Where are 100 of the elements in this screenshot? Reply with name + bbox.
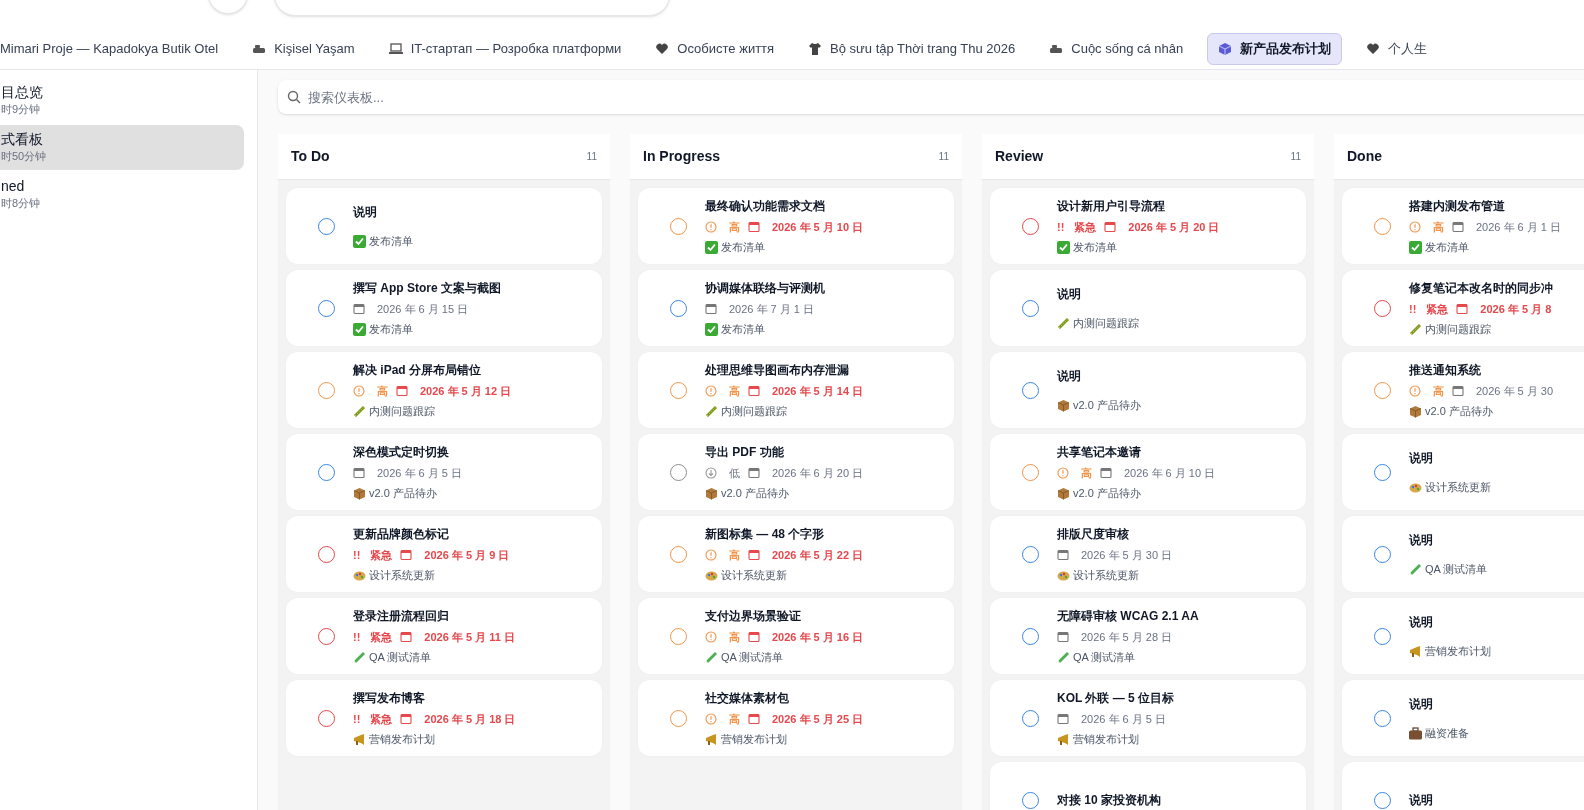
tab[interactable]: Mimari Proje — Kapadokya Butik Otel (0, 32, 229, 65)
card-title: 说明 (1409, 449, 1434, 467)
task-card[interactable]: 搭建内测发布管道 高 2026 年 6 月 1 日 发布清单 (1342, 188, 1584, 264)
column-title: Done (1347, 147, 1382, 166)
task-card[interactable]: 解决 iPad 分屏布局错位 高 2026 年 5 月 12 日 内测问题跟踪 (286, 352, 602, 428)
task-card[interactable]: 最终确认功能需求文档 高 2026 年 5 月 10 日 发布清单 (638, 188, 954, 264)
task-card[interactable]: 排版尺度审核 2026 年 5 月 30 日 设计系统更新 (990, 516, 1306, 592)
tab[interactable]: IT-стартап — Розробка платформи (378, 32, 632, 65)
due-date: 2026 年 6 月 20 日 (772, 465, 864, 481)
card-title: 说明 (1409, 531, 1434, 549)
list-label: QA 测试清单 (1073, 650, 1136, 665)
sidebar-item[interactable]: 目总览 时9分钟 (0, 78, 244, 123)
due-date: 2026 年 5 月 11 日 (424, 629, 515, 645)
alert-icon (705, 220, 717, 233)
tab[interactable]: Kişisel Yaşam (242, 32, 365, 65)
tab[interactable]: Bộ sưu tập Thời trang Thu 2026 (798, 32, 1026, 65)
due-date: 2026 年 5 月 30 日 (1081, 547, 1173, 563)
tab[interactable]: 新产品发布计划 (1207, 32, 1343, 65)
megaphone-icon (705, 732, 718, 746)
calendar-icon (1104, 220, 1117, 233)
task-card[interactable]: 说明 QA 测试清单 (1342, 516, 1584, 592)
task-card[interactable]: 共享笔记本邀请 高 2026 年 6 月 10 日 v2.0 产品待办 (990, 434, 1306, 510)
alert-icon (1409, 384, 1421, 397)
sidebar-item[interactable]: ned 时8分钟 (0, 172, 244, 217)
priority-label: 紧急 (370, 547, 393, 563)
task-card[interactable]: 说明 发布清单 (286, 188, 602, 264)
alert-icon (705, 548, 717, 561)
calendar-icon (400, 712, 413, 725)
task-card[interactable]: 说明 设计系统更新 (1342, 434, 1584, 510)
calendar-icon (1057, 548, 1069, 561)
task-card[interactable]: 深色模式定时切换 2026 年 6 月 5 日 v2.0 产品待办 (286, 434, 602, 510)
calendar-icon (400, 630, 413, 643)
list-label: QA 测试清单 (369, 650, 432, 665)
list-label: 发布清单 (1425, 240, 1469, 255)
test-tube-icon (1409, 562, 1422, 576)
card-title: 对接 10 家投资机构 (1057, 792, 1161, 809)
check-icon (353, 322, 366, 336)
task-card[interactable]: 修复笔记本改名时的同步冲 !! 紧急 2026 年 5 月 8 内测问题跟踪 (1342, 270, 1584, 346)
task-card[interactable]: 无障碍审核 WCAG 2.1 AA 2026 年 5 月 28 日 QA 测试清单 (990, 598, 1306, 674)
check-icon (1409, 240, 1422, 254)
check-icon (705, 240, 718, 254)
calendar-icon (748, 384, 760, 397)
task-card[interactable]: 登录注册流程回归 !! 紧急 2026 年 5 月 11 日 QA 测试清单 (286, 598, 602, 674)
task-card[interactable]: 撰写发布博客 !! 紧急 2026 年 5 月 18 日 营销发布计划 (286, 680, 602, 756)
task-card[interactable]: 说明 内测问题跟踪 (990, 270, 1306, 346)
due-date: 2026 年 7 月 1 日 (729, 301, 814, 317)
task-card[interactable]: 对接 10 家投资机构 (990, 762, 1306, 810)
task-card[interactable]: 撰写 App Store 文案与截图 2026 年 6 月 15 日 发布清单 (286, 270, 602, 346)
task-card[interactable]: 推送通知系统 高 2026 年 5 月 30 v2.0 产品待办 (1342, 352, 1584, 428)
task-card[interactable]: KOL 外联 — 5 位目标 2026 年 6 月 5 日 营销发布计划 (990, 680, 1306, 756)
priority-label: 高 (729, 383, 740, 399)
task-card[interactable]: 设计新用户引导流程 !! 紧急 2026 年 5 月 20 日 发布清单 (990, 188, 1306, 264)
task-card[interactable]: 导出 PDF 功能 低 2026 年 6 月 20 日 v2.0 产品待办 (638, 434, 954, 510)
alert-icon (353, 384, 365, 397)
due-date: 2026 年 5 月 22 日 (772, 547, 864, 563)
task-card[interactable]: 处理思维导图画布内存泄漏 高 2026 年 5 月 14 日 内测问题跟踪 (638, 352, 954, 428)
laptop-icon (388, 41, 403, 56)
due-date: 2026 年 5 月 14 日 (772, 383, 864, 399)
due-date: 2026 年 5 月 28 日 (1081, 629, 1173, 645)
task-card[interactable]: 社交媒体素材包 高 2026 年 5 月 25 日 营销发布计划 (638, 680, 954, 756)
priority-label: 高 (1433, 219, 1444, 235)
sidebar-item[interactable]: 式看板 时50分钟 (0, 125, 244, 170)
column-count: 11 (1290, 150, 1301, 164)
card-title: 社交媒体素材包 (705, 689, 790, 707)
task-card[interactable]: 新图标集 — 48 个字形 高 2026 年 5 月 22 日 设计系统更新 (638, 516, 954, 592)
priority-label: 高 (377, 383, 388, 399)
search-field[interactable]: 搜索仪表板... (278, 80, 1584, 114)
calendar-icon (748, 220, 760, 233)
priority-mark: !! (1409, 301, 1417, 317)
list-label: 内测问题跟踪 (369, 404, 435, 419)
card-title: 说明 (353, 203, 378, 221)
priority-label: 紧急 (1074, 219, 1097, 235)
task-card[interactable]: 支付边界场景验证 高 2026 年 5 月 16 日 QA 测试清单 (638, 598, 954, 674)
priority-label: 紧急 (370, 711, 393, 727)
task-card[interactable]: 说明 (1342, 762, 1584, 810)
megaphone-icon (1409, 644, 1422, 658)
column-title: To Do (291, 147, 330, 166)
search-icon (287, 90, 301, 104)
list-label: 设计系统更新 (1425, 479, 1491, 495)
calendar-icon (748, 466, 760, 479)
due-date: 2026 年 5 月 10 日 (772, 219, 864, 235)
calendar-icon (1100, 466, 1112, 479)
task-card[interactable]: 说明 营销发布计划 (1342, 598, 1584, 674)
test-tube-icon (705, 650, 718, 664)
tab[interactable]: 个人生 (1356, 32, 1438, 65)
card-title: 说明 (1057, 367, 1082, 385)
priority-mark: !! (353, 711, 361, 727)
tab[interactable]: Особисте життя (645, 32, 785, 65)
priority-label: 低 (729, 465, 740, 481)
task-card[interactable]: 说明 融资准备 (1342, 680, 1584, 756)
card-title: 修复笔记本改名时的同步冲 (1409, 279, 1553, 297)
list-label: 内测问题跟踪 (1073, 315, 1139, 331)
tab[interactable]: Cuộc sống cá nhân (1039, 32, 1194, 65)
list-label: 内测问题跟踪 (1425, 322, 1491, 337)
card-title: 登录注册流程回归 (353, 607, 450, 625)
due-date: 2026 年 6 月 5 日 (1081, 711, 1166, 727)
heart-icon (655, 41, 670, 56)
task-card[interactable]: 说明 v2.0 产品待办 (990, 352, 1306, 428)
task-card[interactable]: 协调媒体联络与评测机 2026 年 7 月 1 日 发布清单 (638, 270, 954, 346)
task-card[interactable]: 更新品牌颜色标记 !! 紧急 2026 年 5 月 9 日 设计系统更新 (286, 516, 602, 592)
